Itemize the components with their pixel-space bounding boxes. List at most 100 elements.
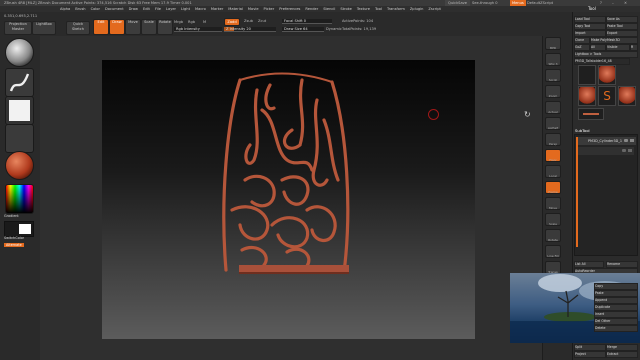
focal-shift-slider[interactable]: Focal Shift 0 xyxy=(282,19,332,24)
mrgb-toggle[interactable]: Mrgb xyxy=(174,20,183,24)
tool-thumb-pm3d[interactable] xyxy=(578,65,596,85)
zsub-toggle[interactable]: Zsub xyxy=(244,19,253,23)
material-icon[interactable] xyxy=(5,151,34,180)
draw-button[interactable]: Draw xyxy=(109,19,125,35)
clone-button[interactable]: Clone xyxy=(574,37,590,44)
duplicate-button[interactable]: Duplicate xyxy=(594,304,638,311)
del-other-button[interactable]: Del Other xyxy=(594,318,638,325)
list-all-button[interactable]: List All xyxy=(574,261,604,268)
menu-item-preferences[interactable]: Preferences xyxy=(279,7,300,11)
lightbox-button[interactable]: LightBox xyxy=(32,21,56,35)
load-tool-button[interactable]: Load Tool xyxy=(574,16,606,23)
alternate-button[interactable]: Alternate xyxy=(4,243,24,247)
move-button[interactable]: Move xyxy=(125,19,141,35)
righttray-move-icon[interactable]: Move xyxy=(545,197,561,210)
extract-button[interactable]: Extract xyxy=(606,351,638,358)
gradient-label[interactable]: Gradient xyxy=(4,214,19,218)
menu-item-material[interactable]: Material xyxy=(228,7,243,11)
menu-item-alpha[interactable]: Alpha xyxy=(60,7,70,11)
righttray-scroll-icon[interactable]: Scroll xyxy=(545,69,561,82)
save-as-button[interactable]: Save As xyxy=(606,16,638,23)
secondary-color-swatch[interactable] xyxy=(19,224,31,234)
righttray-persp-icon[interactable]: Persp xyxy=(545,133,561,146)
menu-item-zplugin[interactable]: Zplugin xyxy=(410,7,424,11)
rename-button[interactable]: Rename xyxy=(606,261,638,268)
alpha-icon[interactable] xyxy=(5,96,34,125)
menu-item-file[interactable]: File xyxy=(155,7,161,11)
menu-item-draw[interactable]: Draw xyxy=(129,7,138,11)
insert-button[interactable]: Insert xyxy=(594,311,638,318)
menu-item-color[interactable]: Color xyxy=(91,7,100,11)
menu-item-document[interactable]: Document xyxy=(105,7,124,11)
r-button[interactable]: R xyxy=(630,44,638,51)
righttray-scale-icon[interactable]: Scale xyxy=(545,213,561,226)
righttray-rotate-icon[interactable]: Rotate xyxy=(545,229,561,242)
menu-item-marker[interactable]: Marker xyxy=(211,7,223,11)
tool-thumb-cylinder[interactable] xyxy=(598,65,616,85)
texture-icon[interactable] xyxy=(5,124,34,153)
subtool-scrollbar[interactable] xyxy=(576,137,578,247)
stroke-icon[interactable] xyxy=(5,68,34,97)
projection-master-button[interactable]: Projection Master xyxy=(4,21,32,35)
export-button[interactable]: Export xyxy=(606,30,638,37)
copy-tool-button[interactable]: Copy Tool xyxy=(574,23,606,30)
menu-item-macro[interactable]: Macro xyxy=(195,7,206,11)
rotate-button[interactable]: Rotate xyxy=(157,19,173,35)
tool-thumb-small[interactable] xyxy=(578,108,604,120)
paste-tool-button[interactable]: Paste Tool xyxy=(606,23,638,30)
righttray-bpr-icon[interactable]: BPR xyxy=(545,37,561,50)
subtool-item-active[interactable]: PM3D_Cylinder3D_1 xyxy=(576,137,636,145)
polypaint-icon[interactable] xyxy=(628,149,632,152)
righttray-zoom-icon[interactable]: Zoom xyxy=(545,85,561,98)
menu-item-layer[interactable]: Layer xyxy=(166,7,176,11)
rgb-toggle[interactable]: Rgb xyxy=(188,20,195,24)
scale-button[interactable]: Scale xyxy=(141,19,157,35)
subtool-item-empty[interactable] xyxy=(576,147,634,155)
delete-button[interactable]: Delete xyxy=(594,325,638,332)
dynamic-toggle[interactable]: Dynamic xyxy=(326,27,342,31)
menu-item-render[interactable]: Render xyxy=(305,7,318,11)
righttray-local-icon[interactable]: Local xyxy=(545,165,561,178)
menu-item-light[interactable]: Light xyxy=(181,7,190,11)
righttray-aahalf-icon[interactable]: AAHalf xyxy=(545,117,561,130)
righttray-floor-icon[interactable]: Floor xyxy=(545,149,561,162)
split-button[interactable]: Split xyxy=(574,344,606,351)
menu-item-transform[interactable]: Transform xyxy=(387,7,405,11)
z-intensity-slider[interactable]: Z Intensity 20 xyxy=(224,27,276,32)
menu-item-stencil[interactable]: Stencil xyxy=(323,7,335,11)
menu-item-tool[interactable]: Tool xyxy=(375,7,382,11)
project-button[interactable]: Project xyxy=(574,351,606,358)
menu-item-texture[interactable]: Texture xyxy=(357,7,370,11)
switchcolor-label[interactable]: SwitchColor xyxy=(4,236,24,240)
menu-item-picker[interactable]: Picker xyxy=(264,7,275,11)
brush-icon[interactable] xyxy=(5,38,34,67)
tool-thumb-pm3d-2[interactable] xyxy=(618,86,636,106)
menu-item-brush[interactable]: Brush xyxy=(75,7,85,11)
zcut-toggle[interactable]: Zcut xyxy=(258,19,266,23)
righttray-line-fill-icon[interactable]: Line Fill xyxy=(545,245,561,258)
righttray-spix-3-icon[interactable]: SPix 3 xyxy=(545,53,561,66)
goz-button[interactable]: GoZ xyxy=(574,44,590,51)
all-button[interactable]: All xyxy=(590,44,606,51)
paste-button[interactable]: Paste xyxy=(594,290,638,297)
zadd-toggle[interactable]: Zadd xyxy=(224,18,240,26)
menu-item-zscript[interactable]: Zscript xyxy=(428,7,440,11)
menu-item-edit[interactable]: Edit xyxy=(143,7,150,11)
make-polymesh-button[interactable]: Make PolyMesh3D xyxy=(590,37,638,44)
main-secondary-color[interactable] xyxy=(4,221,34,237)
merge-button[interactable]: Merge xyxy=(606,344,638,351)
polypaint-icon[interactable] xyxy=(630,139,634,142)
color-picker[interactable] xyxy=(5,184,34,214)
m-toggle[interactable]: M xyxy=(203,20,206,24)
document-viewport[interactable] xyxy=(102,60,475,339)
edit-button[interactable]: Edit xyxy=(93,19,109,35)
menu-item-movie[interactable]: Movie xyxy=(248,7,259,11)
quick-sketch-button[interactable]: Quick Sketch xyxy=(66,21,90,35)
rgb-intensity-slider[interactable]: Rgb Intensity xyxy=(174,27,222,32)
menu-item-stroke[interactable]: Stroke xyxy=(340,7,351,11)
righttray-actual-icon[interactable]: Actual xyxy=(545,101,561,114)
copy-button[interactable]: Copy xyxy=(594,283,638,290)
subtool-header[interactable]: SubTool xyxy=(575,128,590,133)
eye-icon[interactable] xyxy=(624,139,628,142)
lightbox-tools-button[interactable]: Lightbox > Tools xyxy=(574,51,638,58)
